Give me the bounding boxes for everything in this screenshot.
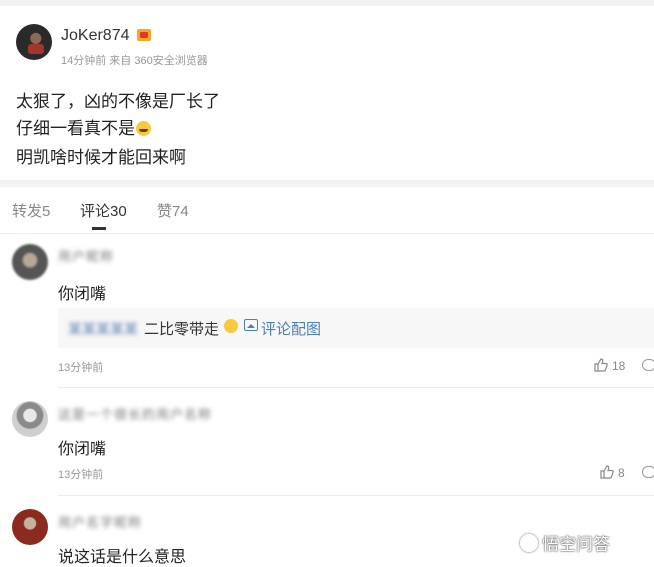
quoted-reply[interactable]: 某某某某某 二比零带走 评论配图 (58, 308, 654, 348)
like-count: 18 (612, 359, 626, 373)
quoted-text: 二比零带走 (144, 321, 220, 338)
watermark: 悟空问答 (520, 530, 610, 555)
post-text-line-2: 仔细一看真不是 (16, 114, 151, 139)
comment-text: 你闭嘴 (58, 286, 107, 303)
top-divider (0, 0, 654, 6)
comment-author-name[interactable]: 这是一个很长的用户名称 (58, 404, 212, 423)
like-count: 8 (618, 466, 625, 480)
quoted-author-name[interactable]: 某某某某某 (68, 319, 138, 339)
comment-divider (58, 495, 654, 496)
post-text-line-3: 明凯啥时候才能回来啊 (16, 148, 186, 167)
tab-likes[interactable]: 赞74 (157, 200, 189, 221)
wukong-logo-icon (520, 533, 538, 552)
comment-author-name[interactable]: 用户昵称 (58, 246, 114, 265)
thumbs-up-icon[interactable] (600, 465, 614, 479)
vip-badge-icon (137, 29, 151, 41)
comment-avatar[interactable] (12, 244, 48, 280)
image-icon (244, 319, 258, 331)
tab-reposts[interactable]: 转发5 (12, 200, 50, 221)
comment-avatar[interactable] (12, 509, 48, 545)
post-text-line-1: 太狠了，凶的不像是厂长了 (16, 92, 220, 111)
comment-author-name[interactable]: 用户名字昵称 (58, 512, 142, 531)
comment-time: 13分钟前 (58, 469, 104, 481)
interaction-tabs: 转发5 评论30 赞74 (0, 188, 654, 234)
comment-divider (58, 387, 654, 388)
section-gap (0, 180, 654, 187)
comment-image-link[interactable]: 评论配图 (261, 318, 321, 339)
laughing-emoji-icon (136, 121, 151, 136)
comment-avatar[interactable] (12, 401, 48, 437)
comment-icon[interactable] (642, 466, 654, 478)
thumbs-up-icon[interactable] (594, 358, 608, 372)
emoji-icon (224, 319, 238, 333)
comment-time: 13分钟前 (58, 362, 104, 374)
comment-text: 说这话是什么意思 (58, 549, 187, 566)
post-author-avatar[interactable] (16, 24, 52, 60)
post-meta: 14分钟前 来自 360安全浏览器 (61, 55, 208, 67)
watermark-text: 悟空问答 (542, 535, 610, 554)
comment-text: 你闭嘴 (58, 441, 107, 458)
post-author-name[interactable]: JoKer874 (61, 27, 130, 45)
tab-comments[interactable]: 评论30 (80, 200, 127, 221)
comment-icon[interactable] (642, 359, 654, 371)
active-tab-indicator (92, 227, 106, 230)
